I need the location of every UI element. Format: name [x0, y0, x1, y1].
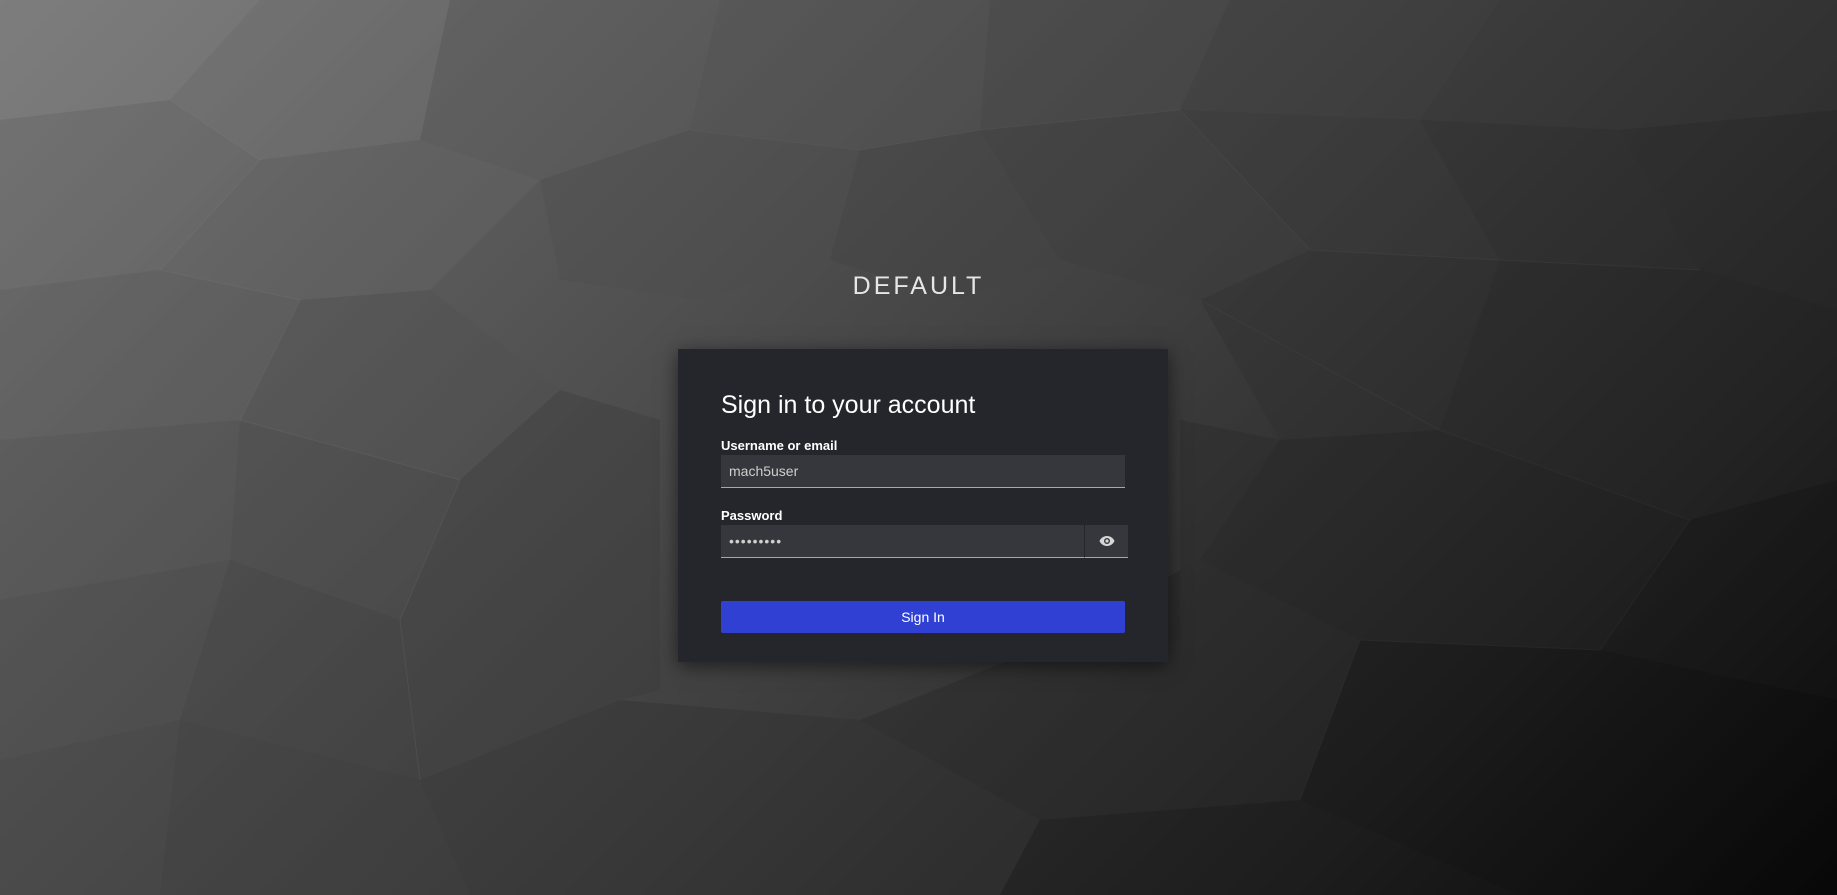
username-input[interactable]: [721, 455, 1125, 488]
realm-title: DEFAULT: [852, 272, 985, 300]
sign-in-button[interactable]: Sign In: [721, 601, 1125, 633]
login-card: Sign in to your account Username or emai…: [678, 349, 1168, 662]
password-label: Password: [721, 508, 783, 523]
eye-icon: [1099, 536, 1114, 546]
password-input[interactable]: [721, 525, 1084, 558]
login-heading: Sign in to your account: [721, 391, 976, 419]
username-label: Username or email: [721, 438, 838, 453]
show-password-button[interactable]: [1084, 525, 1128, 558]
